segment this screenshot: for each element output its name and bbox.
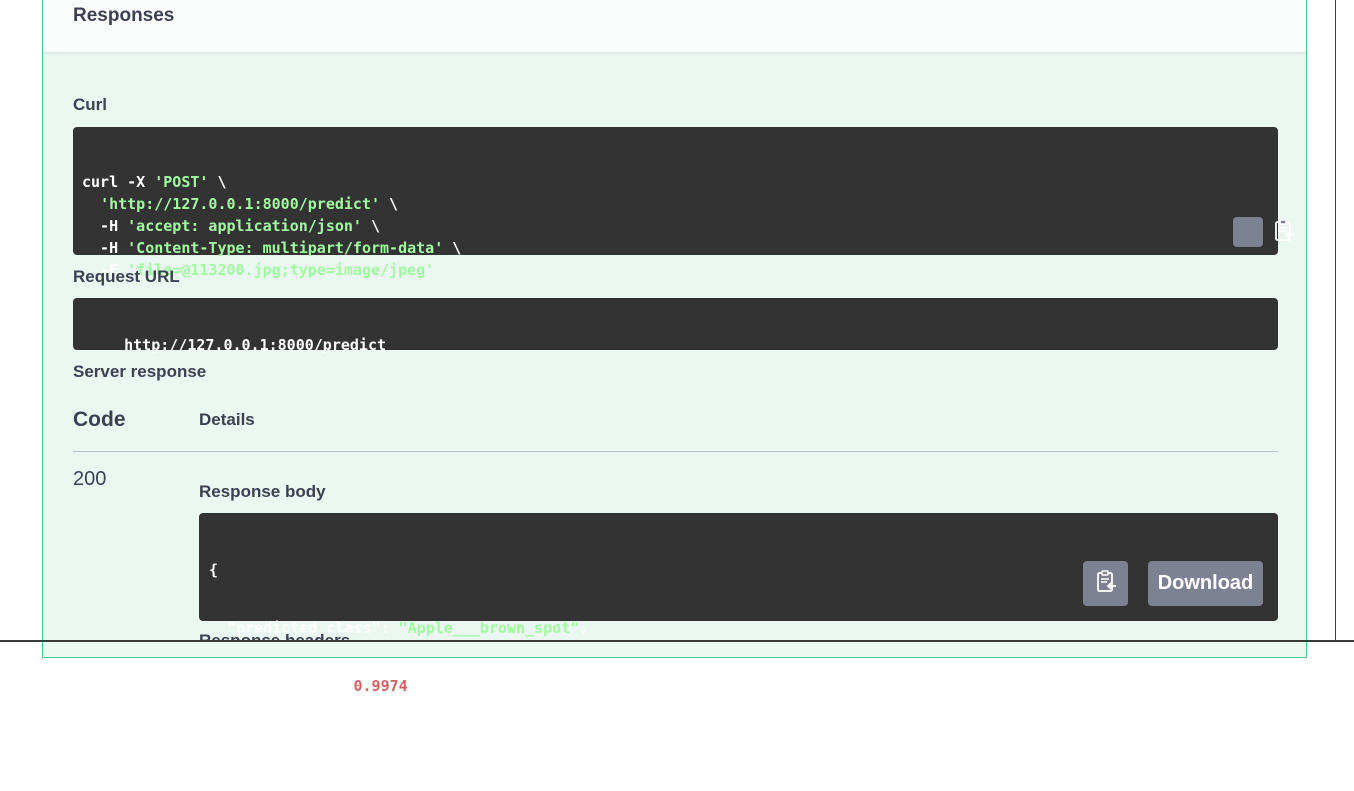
response-body-label: Response body — [199, 482, 326, 501]
curl-line: curl -X 'POST' \ — [82, 171, 1278, 193]
curl-token: -H — [82, 217, 128, 235]
curl-continuation: \ — [361, 217, 381, 235]
curl-string: 'accept: application/json' — [127, 217, 362, 235]
curl-continuation: \ — [208, 173, 227, 191]
confidence-value: 0.9974 — [353, 677, 408, 695]
curl-string: 'Content-Type: multipart/form-data' — [127, 239, 444, 257]
body-line-close: } — [209, 735, 219, 753]
curl-string: 'POST' — [154, 173, 209, 191]
responses-header: Responses — [43, 0, 1306, 53]
comma: , — [579, 619, 589, 637]
page-edge — [1335, 0, 1336, 642]
curl-line: -F 'file=@113200.jpg;type=image/jpeg' — [82, 259, 1278, 281]
clipboard-copy-icon — [1095, 569, 1117, 598]
curl-line: 'http://127.0.0.1:8000/predict' \ — [82, 193, 1278, 215]
code-column-header: Code — [73, 408, 126, 431]
confidence-key: "confidence": — [209, 677, 354, 695]
download-button[interactable]: Download — [1148, 561, 1263, 606]
curl-line: -H 'Content-Type: multipart/form-data' \ — [82, 237, 1278, 259]
table-divider — [73, 451, 1278, 452]
responses-title: Responses — [73, 5, 175, 26]
status-code: 200 — [73, 468, 107, 490]
curl-continuation: \ — [443, 239, 462, 257]
curl-label: Curl — [73, 95, 107, 114]
curl-string: 'http://127.0.0.1:8000/predict' — [100, 195, 381, 213]
body-line-confidence: "confidence": 0.9974 — [209, 675, 1278, 697]
body-line-predicted-class: "predicted_class": "Apple___brown_spot", — [209, 617, 1278, 639]
details-column-header: Details — [199, 410, 255, 429]
copy-curl-button[interactable] — [1233, 217, 1295, 247]
clipboard-copy-icon — [1201, 200, 1295, 264]
curl-command: curl -X 'POST' \ 'http://127.0.0.1:8000/… — [82, 171, 1278, 281]
curl-token: -H — [82, 239, 128, 257]
predicted-class-value: "Apple___brown_spot" — [398, 619, 580, 637]
server-response-label: Server response — [73, 362, 207, 381]
request-url-value: http://127.0.0.1:8000/predict — [124, 336, 387, 354]
responses-panel: Responses Curl curl -X 'POST' \ 'http://… — [42, 0, 1307, 753]
curl-continuation: \ — [380, 195, 399, 213]
request-url-block[interactable]: http://127.0.0.1:8000/predict — [73, 298, 1278, 354]
curl-line: -H 'accept: application/json' \ — [82, 215, 1278, 237]
curl-code-block[interactable]: curl -X 'POST' \ 'http://127.0.0.1:8000/… — [73, 127, 1295, 279]
curl-token — [82, 195, 100, 213]
request-url-label: Request URL — [73, 267, 180, 286]
copy-response-button[interactable] — [1083, 561, 1128, 606]
curl-token: curl -X — [82, 173, 155, 191]
response-headers-label: Response headers — [199, 631, 350, 640]
